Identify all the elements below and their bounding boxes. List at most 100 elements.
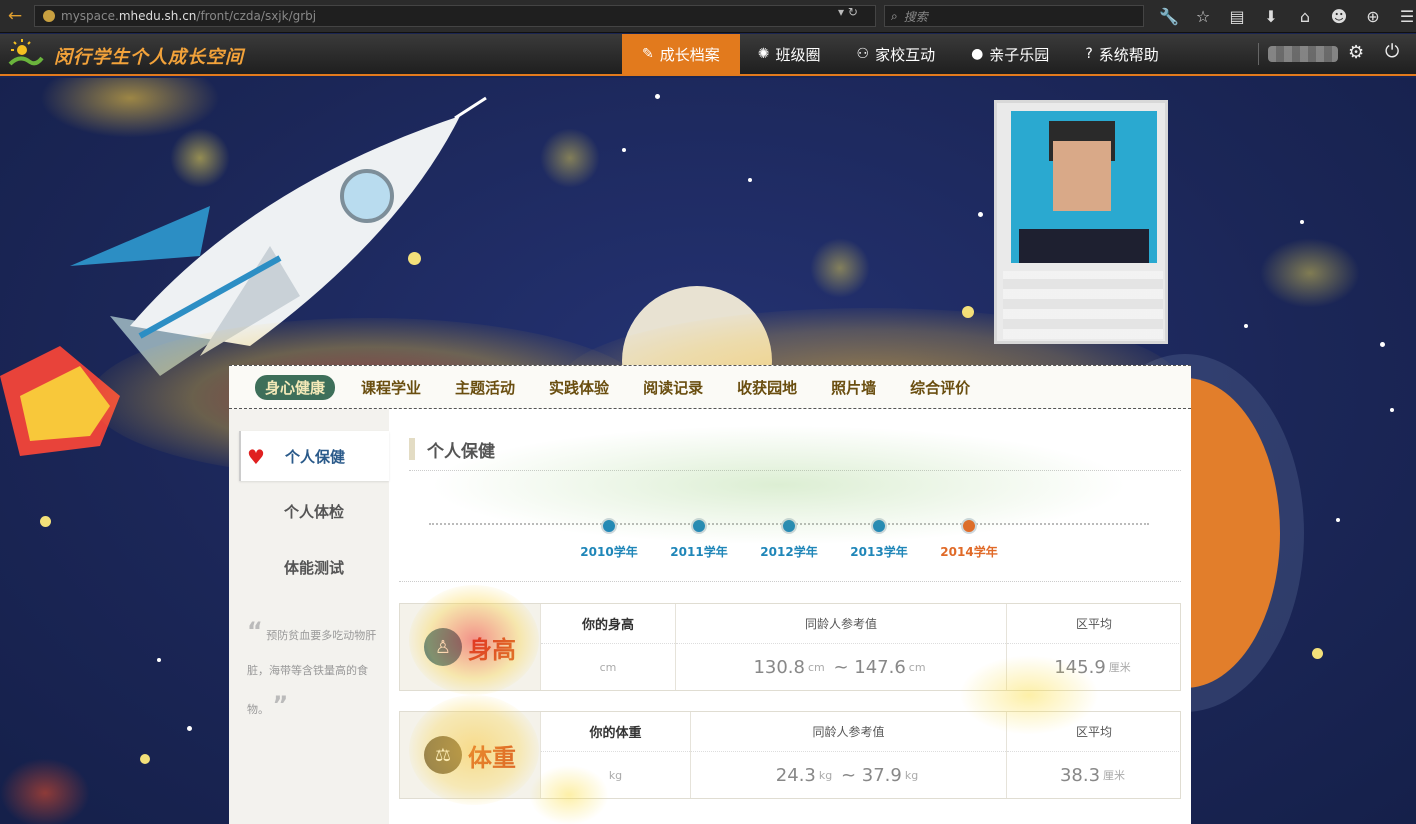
search-placeholder: 搜索 bbox=[903, 9, 928, 24]
subnav-evaluation[interactable]: 综合评价 bbox=[910, 377, 970, 398]
globe-icon[interactable]: ⊕ bbox=[1356, 7, 1390, 26]
subnav-reading[interactable]: 阅读记录 bbox=[643, 377, 703, 398]
star bbox=[1244, 324, 1248, 328]
gear-icon[interactable]: ⚙ bbox=[1348, 42, 1364, 63]
sidebar-item-personal-care[interactable]: ♥ 个人保健 bbox=[239, 431, 389, 481]
weight-title: 体重 bbox=[468, 743, 516, 772]
logo-icon bbox=[8, 39, 44, 66]
height-header: ♙ 身高 bbox=[400, 604, 540, 690]
aperture-icon: ✺ bbox=[757, 46, 770, 62]
subnav-practice[interactable]: 实践体验 bbox=[549, 377, 609, 398]
timeline-node-2012[interactable] bbox=[781, 518, 797, 534]
subnav-courses[interactable]: 课程学业 bbox=[361, 377, 421, 398]
heatmap-spot bbox=[0, 758, 90, 824]
mickey-icon: ● bbox=[971, 46, 984, 62]
nav-growth-archive[interactable]: ✎ 成长档案 bbox=[622, 34, 740, 74]
health-tip: “ 预防贫血要多吃动物肝脏，海带等含铁量高的食物。 ” bbox=[247, 614, 377, 727]
star-icon[interactable]: ☆ bbox=[1186, 7, 1220, 26]
heatmap-spot bbox=[810, 238, 870, 298]
unit-label: cm bbox=[807, 660, 825, 674]
height-title: 身高 bbox=[468, 635, 516, 664]
star bbox=[187, 726, 192, 731]
browser-search-input[interactable]: ⌕ 搜索 bbox=[884, 5, 1144, 27]
nav-system-help[interactable]: ? 系统帮助 bbox=[1067, 34, 1176, 74]
sidebar-item-fitness[interactable]: 体能测试 bbox=[239, 542, 389, 592]
subnav-themes[interactable]: 主题活动 bbox=[455, 377, 515, 398]
nav-home-school[interactable]: ⚇ 家校互动 bbox=[839, 34, 954, 74]
title-accent bbox=[409, 438, 415, 460]
height-reference-label: 同龄人参考值 bbox=[676, 604, 1006, 644]
divider bbox=[409, 470, 1181, 471]
weight-average-col: 区平均 38.3 厘米 bbox=[1006, 712, 1181, 798]
download-icon[interactable]: ⬇ bbox=[1254, 7, 1288, 26]
profile-card[interactable] bbox=[994, 100, 1168, 344]
star bbox=[1300, 220, 1304, 224]
address-bar[interactable]: myspace. mhedu.sh.cn/front/czda/sxjk/grbj bbox=[34, 5, 876, 27]
section-title: 个人保健 bbox=[409, 437, 495, 462]
timeline-label[interactable]: 2011学年 bbox=[659, 543, 739, 560]
weight-average: 38.3 厘米 bbox=[1007, 752, 1181, 798]
timeline-label[interactable]: 2012学年 bbox=[749, 543, 829, 560]
star bbox=[1390, 408, 1394, 412]
timeline-node-2013[interactable] bbox=[871, 518, 887, 534]
height-ref-high: 147.6 bbox=[854, 656, 906, 678]
height-average-col: 区平均 145.9 厘米 bbox=[1006, 604, 1181, 690]
your-weight-label: 你的体重 bbox=[541, 712, 690, 752]
main-content: 身心健康 课程学业 主题活动 实践体验 阅读记录 收获园地 照片墙 综合评价 ♥… bbox=[229, 365, 1191, 824]
section-title-text: 个人保健 bbox=[427, 441, 495, 462]
range-tilde: ~ bbox=[827, 656, 855, 678]
sidebar-item-checkup[interactable]: 个人体检 bbox=[239, 486, 389, 536]
timeline-node-2010[interactable] bbox=[601, 518, 617, 534]
chat-icon[interactable]: ☻ bbox=[1322, 7, 1356, 26]
user-name-blurred[interactable] bbox=[1268, 46, 1338, 62]
weight-average-value: 38.3 bbox=[1059, 764, 1101, 786]
url-prefix: myspace. bbox=[61, 9, 119, 23]
subnav-harvest[interactable]: 收获园地 bbox=[737, 377, 797, 398]
height-reference-col: 同龄人参考值 130.8 cm ~ 147.6 cm bbox=[675, 604, 1006, 690]
back-arrow-icon[interactable]: ← bbox=[0, 0, 30, 33]
reload-icon[interactable]: ▾ ↻ bbox=[838, 5, 858, 19]
site-favicon-icon bbox=[43, 10, 55, 22]
power-icon[interactable]: ⏻ bbox=[1385, 41, 1399, 62]
close-quote-icon: ” bbox=[272, 691, 289, 719]
height-average-label: 区平均 bbox=[1007, 604, 1181, 644]
range-tilde: ~ bbox=[835, 764, 862, 786]
height-average-value: 145.9 bbox=[1054, 656, 1106, 678]
timeline-node-2011[interactable] bbox=[691, 518, 707, 534]
unit-label: 厘米 bbox=[1103, 769, 1126, 782]
nav-label: 成长档案 bbox=[659, 45, 720, 64]
people-icon: ⚇ bbox=[856, 46, 870, 62]
app-header: 闵行学生个人成长空间 ✎ 成长档案 ✺ 班级圈 ⚇ 家校互动 ● 亲子乐园 ? … bbox=[0, 34, 1416, 76]
your-weight-col: 你的体重 kg bbox=[540, 712, 690, 798]
nav-class-circle[interactable]: ✺ 班级圈 bbox=[740, 34, 839, 74]
height-average: 145.9 厘米 bbox=[1007, 644, 1181, 690]
main-nav: ✎ 成长档案 ✺ 班级圈 ⚇ 家校互动 ● 亲子乐园 ? 系统帮助 bbox=[622, 34, 1177, 74]
star bbox=[748, 178, 752, 182]
star bbox=[140, 754, 150, 764]
nav-family-park[interactable]: ● 亲子乐园 bbox=[953, 34, 1067, 74]
star bbox=[1336, 518, 1340, 522]
timeline-node-2014[interactable] bbox=[961, 518, 977, 534]
weight-reference-label: 同龄人参考值 bbox=[691, 712, 1006, 752]
unit-label: cm bbox=[908, 660, 926, 674]
url-host: mhedu.sh.cn bbox=[118, 9, 197, 23]
timeline-label[interactable]: 2010学年 bbox=[569, 543, 649, 560]
timeline-label[interactable]: 2013学年 bbox=[839, 543, 919, 560]
subnav-health[interactable]: 身心健康 bbox=[255, 374, 336, 400]
nav-label: 系统帮助 bbox=[1098, 45, 1159, 64]
nav-label: 亲子乐园 bbox=[989, 45, 1050, 64]
book-icon: ✎ bbox=[642, 46, 654, 62]
unit-label: kg bbox=[904, 768, 919, 782]
clipboard-icon[interactable]: ▤ bbox=[1220, 7, 1254, 26]
heatmap-spot bbox=[1260, 238, 1360, 308]
weight-header: ⚖ 体重 bbox=[400, 712, 540, 798]
subnav-photos[interactable]: 照片墙 bbox=[831, 377, 876, 398]
timeline-label[interactable]: 2014学年 bbox=[929, 543, 1009, 560]
home-icon[interactable]: ⌂ bbox=[1288, 7, 1322, 26]
menu-icon[interactable]: ☰ bbox=[1390, 7, 1416, 26]
health-tip-text: 预防贫血要多吃动物肝脏，海带等含铁量高的食物。 bbox=[247, 629, 377, 716]
wrench-icon[interactable]: 🔧 bbox=[1152, 7, 1186, 26]
profile-info-blurred bbox=[1003, 271, 1163, 339]
heart-icon: ♥ bbox=[247, 445, 265, 469]
url-path: /front/czda/sxjk/grbj bbox=[196, 9, 317, 23]
